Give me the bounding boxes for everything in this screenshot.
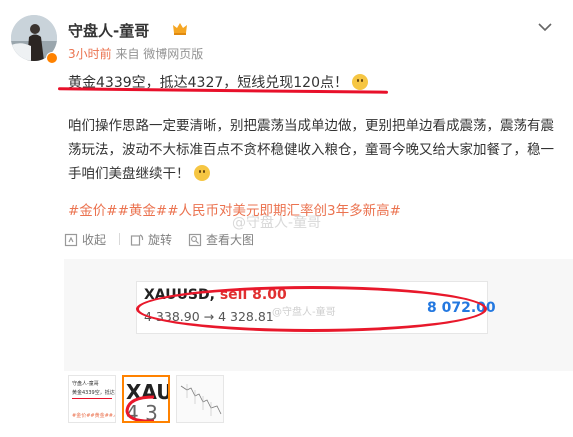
weibo-post: 守盘人-童哥 3小时前 来自 微博网页版 黄金4339空，抵达4327，短线兑现…	[0, 0, 573, 437]
collapse-label: 收起	[82, 233, 107, 247]
body-line-last: 手咱们美盘继续干！	[68, 162, 568, 186]
thumb-underline	[72, 398, 112, 399]
divider	[119, 233, 120, 245]
post-source: 来自 微博网页版	[115, 47, 204, 61]
thumb-circle-annotation	[125, 395, 155, 421]
chevron-down-icon[interactable]	[538, 22, 552, 32]
post-meta: 3小时前 来自 微博网页版	[68, 45, 203, 62]
view-large-label: 查看大图	[206, 233, 255, 247]
magnify-icon	[188, 233, 202, 246]
body-line: 咱们操作思路一定要清晰，别把震荡当成单边做，更别把单边看成震荡，震荡有震	[68, 118, 554, 134]
collapse-button[interactable]: 收起	[64, 231, 106, 248]
thumb-line: 黄金4339空，抵达4327	[72, 390, 115, 396]
cheer-emoji-icon	[193, 165, 210, 181]
smile-emoji-icon	[352, 74, 369, 90]
crown-icon	[173, 23, 187, 35]
red-circle-annotation	[136, 286, 487, 332]
image-thumbnail[interactable]	[176, 375, 224, 423]
thumb-footer: #金价##黄金##人民币	[72, 413, 115, 419]
author-watermark: @守盘人-童哥	[232, 215, 322, 231]
image-thumbnail-selected[interactable]: XAU 4 3	[122, 375, 170, 423]
verified-badge-icon	[46, 52, 58, 64]
thumb-title: 守盘人-童哥	[72, 381, 99, 387]
thumb-chart-image	[177, 376, 223, 422]
post-body: 咱们操作思路一定要清晰，别把震荡当成单边做，更别把单边看成震荡，震荡有震 荡玩法…	[68, 114, 568, 186]
author-name[interactable]: 守盘人-童哥	[68, 20, 149, 41]
body-line: 荡玩法，波动不大标准百点不贪杯稳健收入粮仓，童哥今晚又给大家加餐了，稳一	[68, 142, 554, 158]
rotate-button[interactable]: 旋转	[130, 231, 172, 248]
view-large-button[interactable]: 查看大图	[188, 231, 254, 248]
body-line: 手咱们美盘继续干！	[68, 166, 190, 182]
post-time[interactable]: 3小时前	[68, 47, 112, 61]
rotate-label: 旋转	[148, 233, 173, 247]
rotate-icon	[130, 233, 144, 246]
collapse-icon	[64, 233, 78, 246]
image-thumbnail[interactable]: 守盘人-童哥 黄金4339空，抵达4327 #金价##黄金##人民币	[68, 375, 116, 423]
